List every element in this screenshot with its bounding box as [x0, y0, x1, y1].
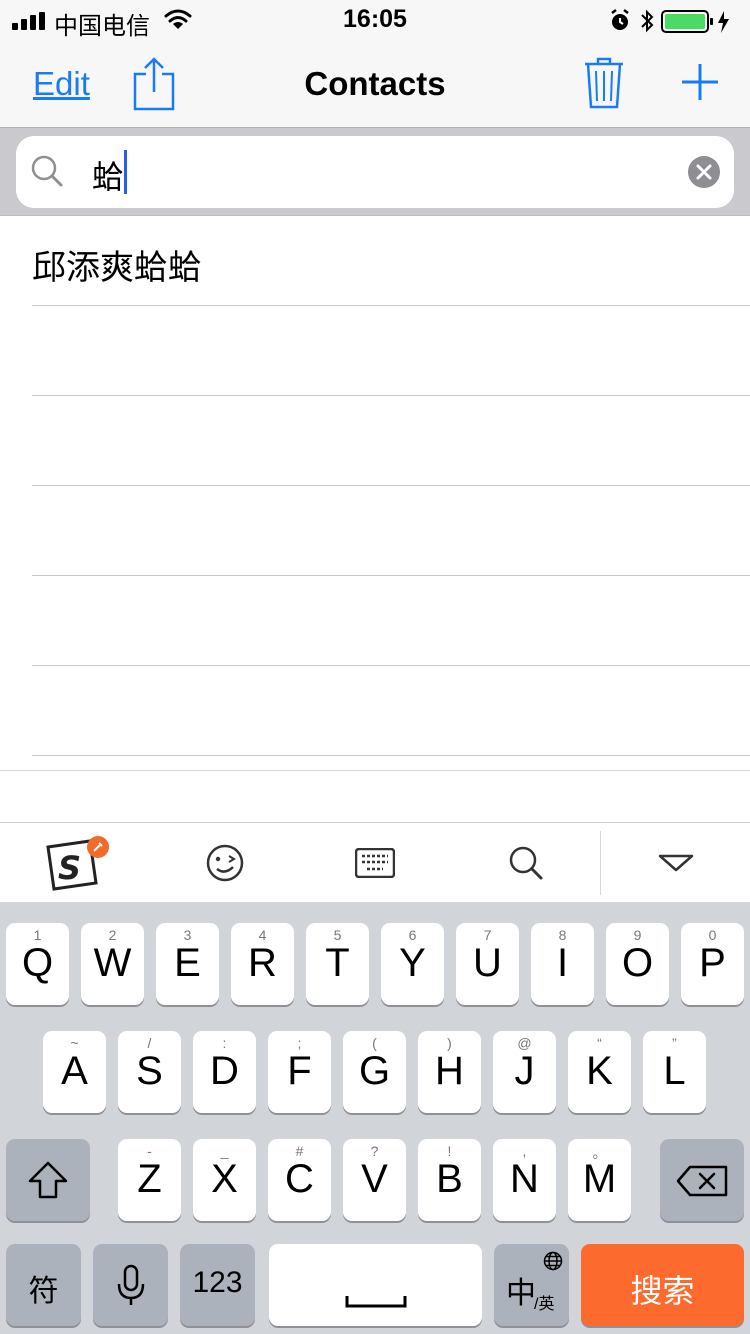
emoji-icon[interactable] — [196, 823, 254, 903]
key-r[interactable]: 4R — [231, 923, 294, 1005]
divider — [600, 831, 601, 895]
page-title: Contacts — [304, 65, 446, 102]
list-item[interactable] — [32, 576, 750, 666]
key-k[interactable]: “K — [568, 1031, 631, 1113]
key-t[interactable]: 5T — [306, 923, 369, 1005]
svg-text:S: S — [58, 849, 81, 887]
space-key[interactable] — [269, 1244, 482, 1326]
list-item[interactable]: 邱添爽蛤蛤 — [32, 216, 750, 306]
shift-icon — [28, 1161, 68, 1199]
key-j[interactable]: @ J — [493, 1031, 556, 1113]
clear-search-icon[interactable] — [688, 156, 720, 188]
microphone-key[interactable] — [93, 1244, 168, 1326]
ime-toolbar: S — [0, 822, 750, 902]
battery-icon — [661, 10, 713, 33]
key-l[interactable]: ” L — [643, 1031, 706, 1113]
space-icon — [345, 1296, 407, 1308]
key-y[interactable]: 6Y — [381, 923, 444, 1005]
search-bar-container: 蛤 — [0, 128, 750, 216]
navigation-bar: Edit Contacts — [0, 40, 750, 128]
language-sub-label: /英 — [534, 1296, 555, 1313]
charging-bolt-icon — [718, 11, 729, 33]
divider — [0, 770, 750, 771]
key-i[interactable]: 8I — [531, 923, 594, 1005]
key-h[interactable]: ) H — [418, 1031, 481, 1113]
search-input[interactable]: 蛤 — [16, 136, 734, 208]
key-n[interactable]: ,N — [493, 1139, 556, 1221]
keyboard: 1Q 2W 3E 4R 5T 6Y 7U 8I 9O 0P ~ A / S :D ;… — [0, 902, 750, 1334]
keyboard-icon[interactable] — [350, 823, 400, 903]
text-cursor — [124, 150, 127, 194]
search-icon — [31, 155, 63, 187]
key-u[interactable]: 7U — [456, 923, 519, 1005]
key-w[interactable]: 2W — [81, 923, 144, 1005]
list-item[interactable] — [32, 396, 750, 486]
numbers-key[interactable]: 123 — [180, 1244, 255, 1326]
key-s[interactable]: / S — [118, 1031, 181, 1113]
search-query-text: 蛤 — [92, 159, 125, 195]
search-key[interactable]: 搜索 — [581, 1244, 744, 1326]
bluetooth-icon — [641, 9, 654, 33]
language-main-label: 中 — [506, 1277, 536, 1310]
key-e[interactable]: 3E — [156, 923, 219, 1005]
contact-name: 邱添爽蛤蛤 — [32, 249, 202, 287]
key-v[interactable]: ? V — [343, 1139, 406, 1221]
key-m[interactable]: 。 M — [568, 1139, 631, 1221]
add-icon[interactable] — [682, 64, 718, 100]
alarm-icon — [611, 9, 629, 30]
list-item[interactable] — [32, 306, 750, 396]
sogou-logo-icon[interactable]: S — [40, 823, 114, 903]
key-b[interactable]: ! B — [418, 1139, 481, 1221]
backspace-key[interactable] — [660, 1139, 744, 1221]
key-z[interactable]: -Z — [118, 1139, 181, 1221]
key-c[interactable]: # C — [268, 1139, 331, 1221]
language-switch-key[interactable]: 中 /英 — [494, 1244, 569, 1326]
contact-results-list: 邱添爽蛤蛤 — [0, 216, 750, 756]
key-g[interactable]: (G — [343, 1031, 406, 1113]
list-item[interactable] — [32, 486, 750, 576]
status-bar: 中国电信 16:05 — [0, 0, 750, 40]
globe-icon — [543, 1251, 563, 1271]
search-icon[interactable] — [504, 823, 548, 903]
backspace-icon — [676, 1165, 728, 1197]
key-f[interactable]: ; F — [268, 1031, 331, 1113]
key-d[interactable]: :D — [193, 1031, 256, 1113]
key-x[interactable]: _ X — [193, 1139, 256, 1221]
symbol-key[interactable]: 符 — [6, 1244, 81, 1326]
collapse-chevron-icon[interactable] — [652, 823, 700, 903]
list-item[interactable] — [32, 666, 750, 756]
key-q[interactable]: 1Q — [6, 923, 69, 1005]
shift-key[interactable] — [6, 1139, 90, 1221]
status-indicators — [611, 9, 729, 33]
key-a[interactable]: ~ A — [43, 1031, 106, 1113]
key-o[interactable]: 9O — [606, 923, 669, 1005]
trash-icon[interactable] — [584, 56, 624, 110]
key-p[interactable]: 0P — [681, 923, 744, 1005]
microphone-icon — [117, 1264, 145, 1305]
